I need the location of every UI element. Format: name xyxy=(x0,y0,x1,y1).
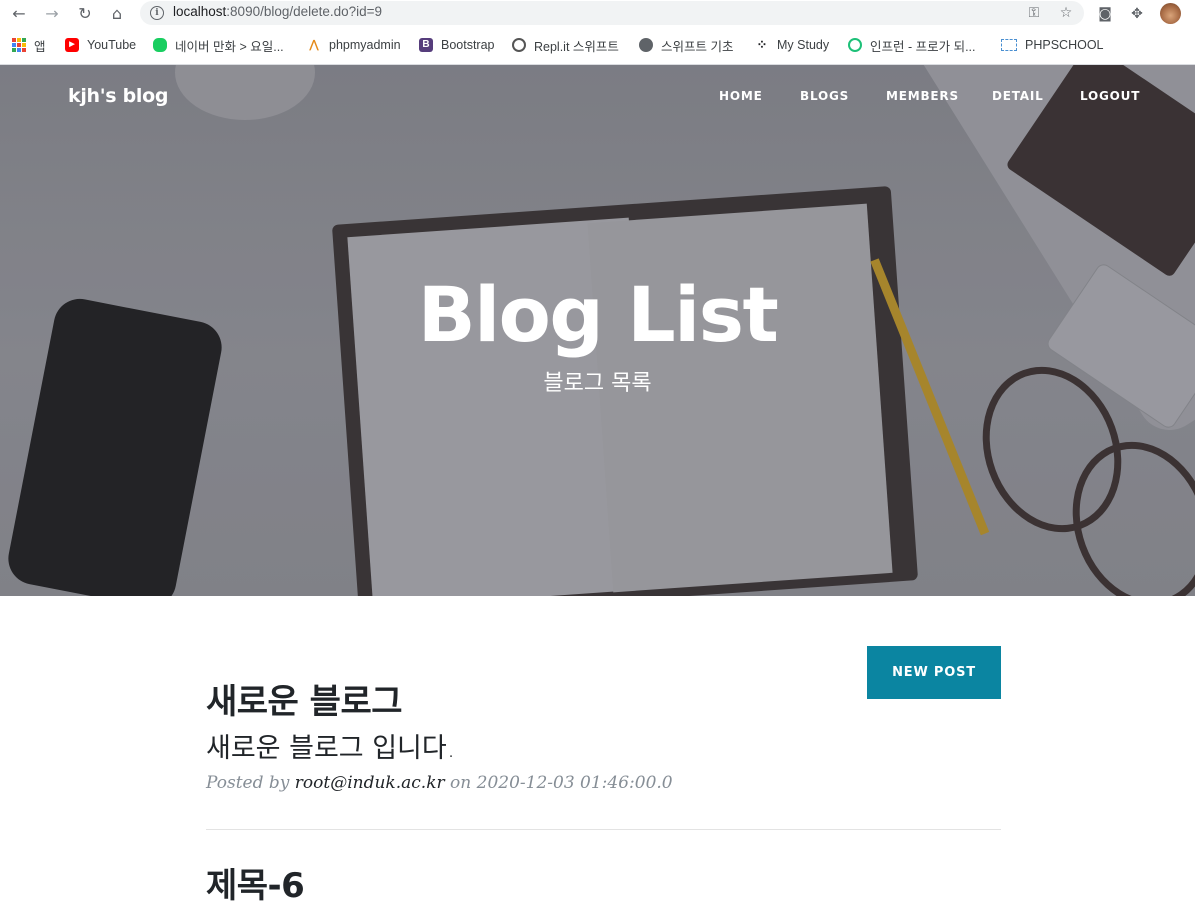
bookmark-label: phpmyadmin xyxy=(329,38,401,52)
browser-toolbar: ← → ↻ ⌂ i localhost:8090/blog/delete.do?… xyxy=(0,0,1195,28)
globe-icon xyxy=(639,38,653,52)
bookmark-inflearn[interactable]: 인프런 - 프로가 되... xyxy=(848,37,976,54)
url-text: localhost:8090/blog/delete.do?id=9 xyxy=(173,4,382,19)
post-title[interactable]: 제목-6 xyxy=(206,858,305,907)
reload-icon[interactable]: ↻ xyxy=(74,3,96,25)
post-subtitle[interactable]: 새로운 블로그 입니다. xyxy=(206,726,455,765)
hero-header: kjh's blog HOME BLOGS MEMBERS DETAIL LOG… xyxy=(0,65,1195,596)
bookmarks-bar: 앱 ▶ YouTube 네이버 만화 > 요일... ⋀ phpmyadmin … xyxy=(0,30,1195,60)
star-bookmark-icon[interactable]: ☆ xyxy=(1056,3,1076,23)
nav-blogs[interactable]: BLOGS xyxy=(800,89,849,103)
youtube-icon: ▶ xyxy=(65,38,79,52)
hero-title: Blog List xyxy=(417,270,779,359)
bookmark-phpmyadmin[interactable]: ⋀ phpmyadmin xyxy=(307,37,401,53)
bookmark-label: YouTube xyxy=(87,38,137,52)
nav-members[interactable]: MEMBERS xyxy=(886,89,959,103)
post-title[interactable]: 새로운 블로그 xyxy=(206,674,403,723)
bookmark-label: Repl.it 스위프트 xyxy=(534,39,619,54)
nav-home[interactable]: HOME xyxy=(719,89,763,103)
bookmark-label: 네이버 만화 > 요일... xyxy=(175,39,284,54)
bookmark-swift-basics[interactable]: 스위프트 기초 xyxy=(639,37,734,54)
bookmark-youtube[interactable]: ▶ YouTube xyxy=(65,37,136,53)
bootstrap-icon: B xyxy=(419,38,433,52)
post-date: 2020-12-03 01:46:00.0 xyxy=(476,773,673,793)
site-brand[interactable]: kjh's blog xyxy=(68,85,168,107)
on-label: on xyxy=(450,773,472,793)
address-bar[interactable]: i localhost:8090/blog/delete.do?id=9 ⚿ ☆ xyxy=(140,1,1084,25)
camera-icon[interactable]: ◙ xyxy=(1094,3,1116,25)
new-post-button[interactable]: NEW POST xyxy=(867,646,1001,699)
bookmark-apps[interactable]: 앱 xyxy=(12,37,46,54)
bookmark-replit[interactable]: Repl.it 스위프트 xyxy=(512,37,619,54)
back-arrow-icon[interactable]: ← xyxy=(8,3,30,25)
url-path: :8090/blog/delete.do?id=9 xyxy=(226,4,383,19)
home-icon[interactable]: ⌂ xyxy=(106,3,128,25)
phpschool-icon xyxy=(1001,39,1017,51)
posted-by-label: Posted by xyxy=(206,773,290,793)
hero-subtitle: 블로그 목록 xyxy=(543,371,652,396)
post-author[interactable]: root@induk.ac.kr xyxy=(295,773,445,793)
bookmark-label: 인프런 - 프로가 되... xyxy=(870,39,976,54)
site-info-icon[interactable]: i xyxy=(150,6,164,20)
nav-logout[interactable]: LOGOUT xyxy=(1080,89,1140,103)
bookmark-label: My Study xyxy=(777,38,830,52)
bookmark-label: 스위프트 기초 xyxy=(661,39,734,54)
profile-avatar[interactable] xyxy=(1160,3,1181,24)
bookmark-phpschool[interactable]: PHPSCHOOL xyxy=(1001,37,1104,53)
replit-icon xyxy=(512,38,526,52)
naver-webtoon-icon xyxy=(153,38,167,52)
post-meta: Posted by root@induk.ac.kr on 2020-12-03… xyxy=(206,773,673,793)
key-icon[interactable]: ⚿ xyxy=(1024,3,1044,23)
forward-arrow-icon[interactable]: → xyxy=(41,3,63,25)
phpmyadmin-icon: ⋀ xyxy=(309,39,319,51)
inflearn-icon xyxy=(848,38,862,52)
apps-grid-icon xyxy=(12,38,26,52)
bookmark-label: Bootstrap xyxy=(441,38,495,52)
extensions-puzzle-icon[interactable]: ✥ xyxy=(1126,3,1148,25)
dots-icon: ⁘ xyxy=(756,37,768,52)
bookmark-bootstrap[interactable]: B Bootstrap xyxy=(419,37,495,53)
bookmark-my-study[interactable]: ⁘ My Study xyxy=(755,37,830,53)
url-host: localhost xyxy=(173,4,227,19)
nav-detail[interactable]: DETAIL xyxy=(992,89,1044,103)
bookmark-label: PHPSCHOOL xyxy=(1025,38,1104,52)
browser-chrome: ← → ↻ ⌂ i localhost:8090/blog/delete.do?… xyxy=(0,0,1195,65)
post-divider xyxy=(206,829,1001,830)
bookmark-naver-webtoon[interactable]: 네이버 만화 > 요일... xyxy=(153,37,284,54)
bookmark-label: 앱 xyxy=(34,39,46,54)
